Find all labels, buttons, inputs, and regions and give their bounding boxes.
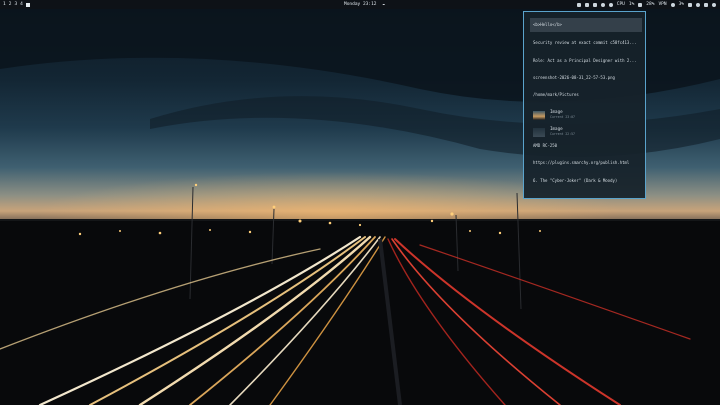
record-icon[interactable]	[608, 2, 613, 7]
clipboard-item[interactable]: 6. The "Cyber-Joker" (Dark & Moody)	[530, 174, 642, 188]
image-title: Image	[550, 109, 563, 114]
clipboard-item[interactable]: Security review at exact commit c58fc413…	[530, 36, 642, 50]
workspace-active-indicator[interactable]	[25, 2, 30, 7]
screen-icon[interactable]	[576, 2, 581, 7]
power-icon[interactable]	[712, 2, 716, 7]
workspace-3[interactable]: 3	[14, 0, 17, 9]
bluetooth-icon[interactable]	[704, 2, 708, 7]
vpn-label[interactable]: VPN	[658, 0, 666, 9]
ram-value: 28%	[646, 2, 655, 7]
image-thumbnail	[533, 128, 545, 137]
volume-icon[interactable]	[696, 2, 700, 7]
top-bar: 1 2 3 4 Monday 23:12 ☁ CPU 1% 28% VPN 3%	[0, 0, 720, 9]
system-tray: CPU 1% 28% VPN 3%	[576, 0, 716, 9]
image-thumbnail	[533, 111, 545, 120]
clipboard-item[interactable]: <b>Hello</b>	[530, 18, 642, 32]
clipboard-icon[interactable]	[592, 2, 597, 7]
workspace-switcher: 1 2 3 4	[3, 0, 30, 9]
image-subtitle: Current 23:07	[550, 115, 575, 119]
workspace-2[interactable]: 2	[9, 0, 12, 9]
gear-icon[interactable]	[600, 2, 605, 7]
clock[interactable]: Monday 23:12 ☁	[344, 0, 385, 9]
cpu-label: CPU	[616, 2, 625, 7]
battery-value: 3%	[678, 2, 684, 7]
clipboard-image-item[interactable]: Image Current 23:07	[530, 109, 642, 123]
cloud-icon: ☁	[382, 2, 385, 7]
clipboard-item[interactable]: https://plugins.smarchy.org/publish.html	[530, 156, 642, 170]
workspace-1[interactable]: 1	[3, 0, 6, 9]
list-icon[interactable]	[584, 2, 589, 7]
clipboard-item[interactable]: Role: Act as a Principal Designer with 2…	[530, 54, 642, 68]
clipboard-item[interactable]: /home/mark/Pictures	[530, 88, 642, 102]
cpu-value: 1%	[628, 2, 635, 7]
clipboard-image-item[interactable]: Image Current 22:57	[530, 126, 642, 140]
clipboard-item[interactable]: AMD RC-250	[530, 139, 642, 153]
clipboard-history-panel: <b>Hello</b> Security review at exact co…	[523, 11, 646, 199]
clock-text: Monday 23:12	[344, 2, 377, 7]
network-icon[interactable]	[670, 2, 675, 7]
workspace-4[interactable]: 4	[20, 0, 23, 9]
memory-icon	[638, 2, 643, 7]
battery-icon[interactable]	[688, 2, 692, 7]
image-title: Image	[550, 126, 563, 131]
image-subtitle: Current 22:57	[550, 132, 575, 136]
clipboard-item[interactable]: screenshot-2026-08-31_22-57-53.png	[530, 71, 642, 85]
